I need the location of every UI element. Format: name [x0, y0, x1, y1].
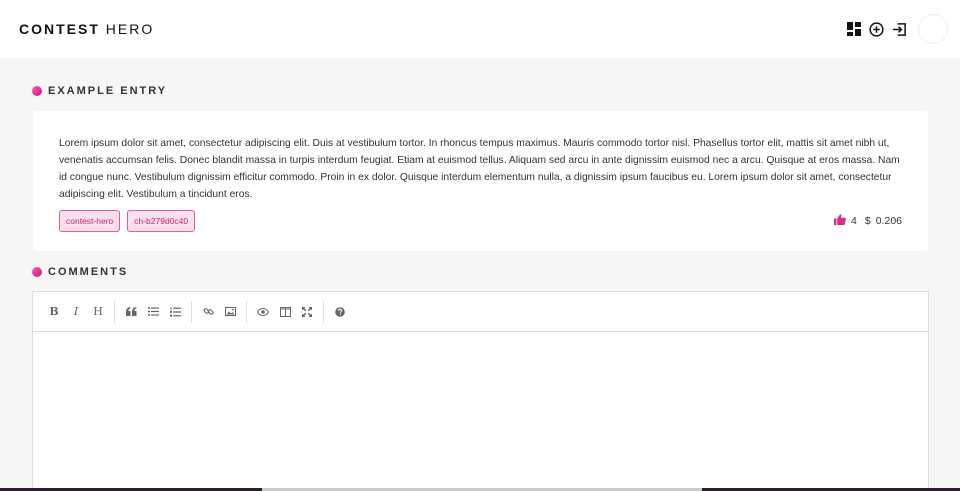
italic-button[interactable]: I [65, 301, 87, 323]
thumbs-up-icon[interactable] [834, 214, 846, 228]
entry-stats: 4 $ 0.206 [834, 214, 902, 228]
entry-footer: contest-hero ch-b279d0c40 4 $ 0.206 [59, 210, 902, 232]
comments-title-text: COMMENTS [48, 266, 129, 278]
tag-contest-hero[interactable]: contest-hero [59, 210, 121, 232]
toolbar-divider [191, 300, 192, 323]
user-avatar[interactable] [918, 14, 948, 44]
pink-dot-icon [32, 267, 42, 277]
brand-name-bold: CONTEST [19, 21, 100, 37]
toolbar-divider [114, 300, 115, 323]
logout-icon[interactable] [891, 21, 908, 38]
link-icon[interactable] [197, 301, 219, 323]
side-by-side-icon[interactable] [274, 301, 296, 323]
help-question-icon[interactable] [329, 301, 351, 323]
add-circle-icon[interactable] [868, 21, 885, 38]
brand-logo[interactable]: CONTEST HERO [19, 21, 154, 37]
fullscreen-icon[interactable] [296, 301, 318, 323]
entry-card: Lorem ipsum dolor sit amet, consectetur … [33, 111, 928, 251]
toolbar-divider [323, 300, 324, 323]
bold-button[interactable]: B [43, 301, 65, 323]
comments-section-title: COMMENTS [32, 266, 128, 278]
toolbar-divider [246, 300, 247, 323]
comment-editor: B I H [32, 291, 929, 491]
tag-list: contest-hero ch-b279d0c40 [59, 210, 196, 232]
quote-icon[interactable] [120, 301, 142, 323]
brand-name-light: HERO [99, 21, 155, 37]
entry-body: Lorem ipsum dolor sit amet, consectetur … [59, 138, 900, 200]
ordered-list-icon[interactable] [164, 301, 186, 323]
dashboard-icon[interactable] [845, 21, 862, 38]
editor-toolbar: B I H [33, 292, 928, 332]
top-navbar: CONTEST HERO [0, 0, 960, 58]
tag-ch-id[interactable]: ch-b279d0c40 [127, 210, 196, 232]
unordered-list-icon[interactable] [142, 301, 164, 323]
vote-count: 4 [851, 215, 857, 227]
comment-textarea[interactable] [33, 332, 928, 490]
entry-section-title: EXAMPLE ENTRY [32, 85, 167, 97]
top-icon-group [845, 14, 948, 44]
image-icon[interactable] [219, 301, 241, 323]
heading-button[interactable]: H [87, 301, 109, 323]
pink-dot-icon [32, 86, 42, 96]
payout-value: 0.206 [875, 215, 902, 227]
entry-title-text: EXAMPLE ENTRY [48, 85, 168, 97]
preview-eye-icon[interactable] [252, 301, 274, 323]
currency-symbol: $ [864, 215, 871, 227]
